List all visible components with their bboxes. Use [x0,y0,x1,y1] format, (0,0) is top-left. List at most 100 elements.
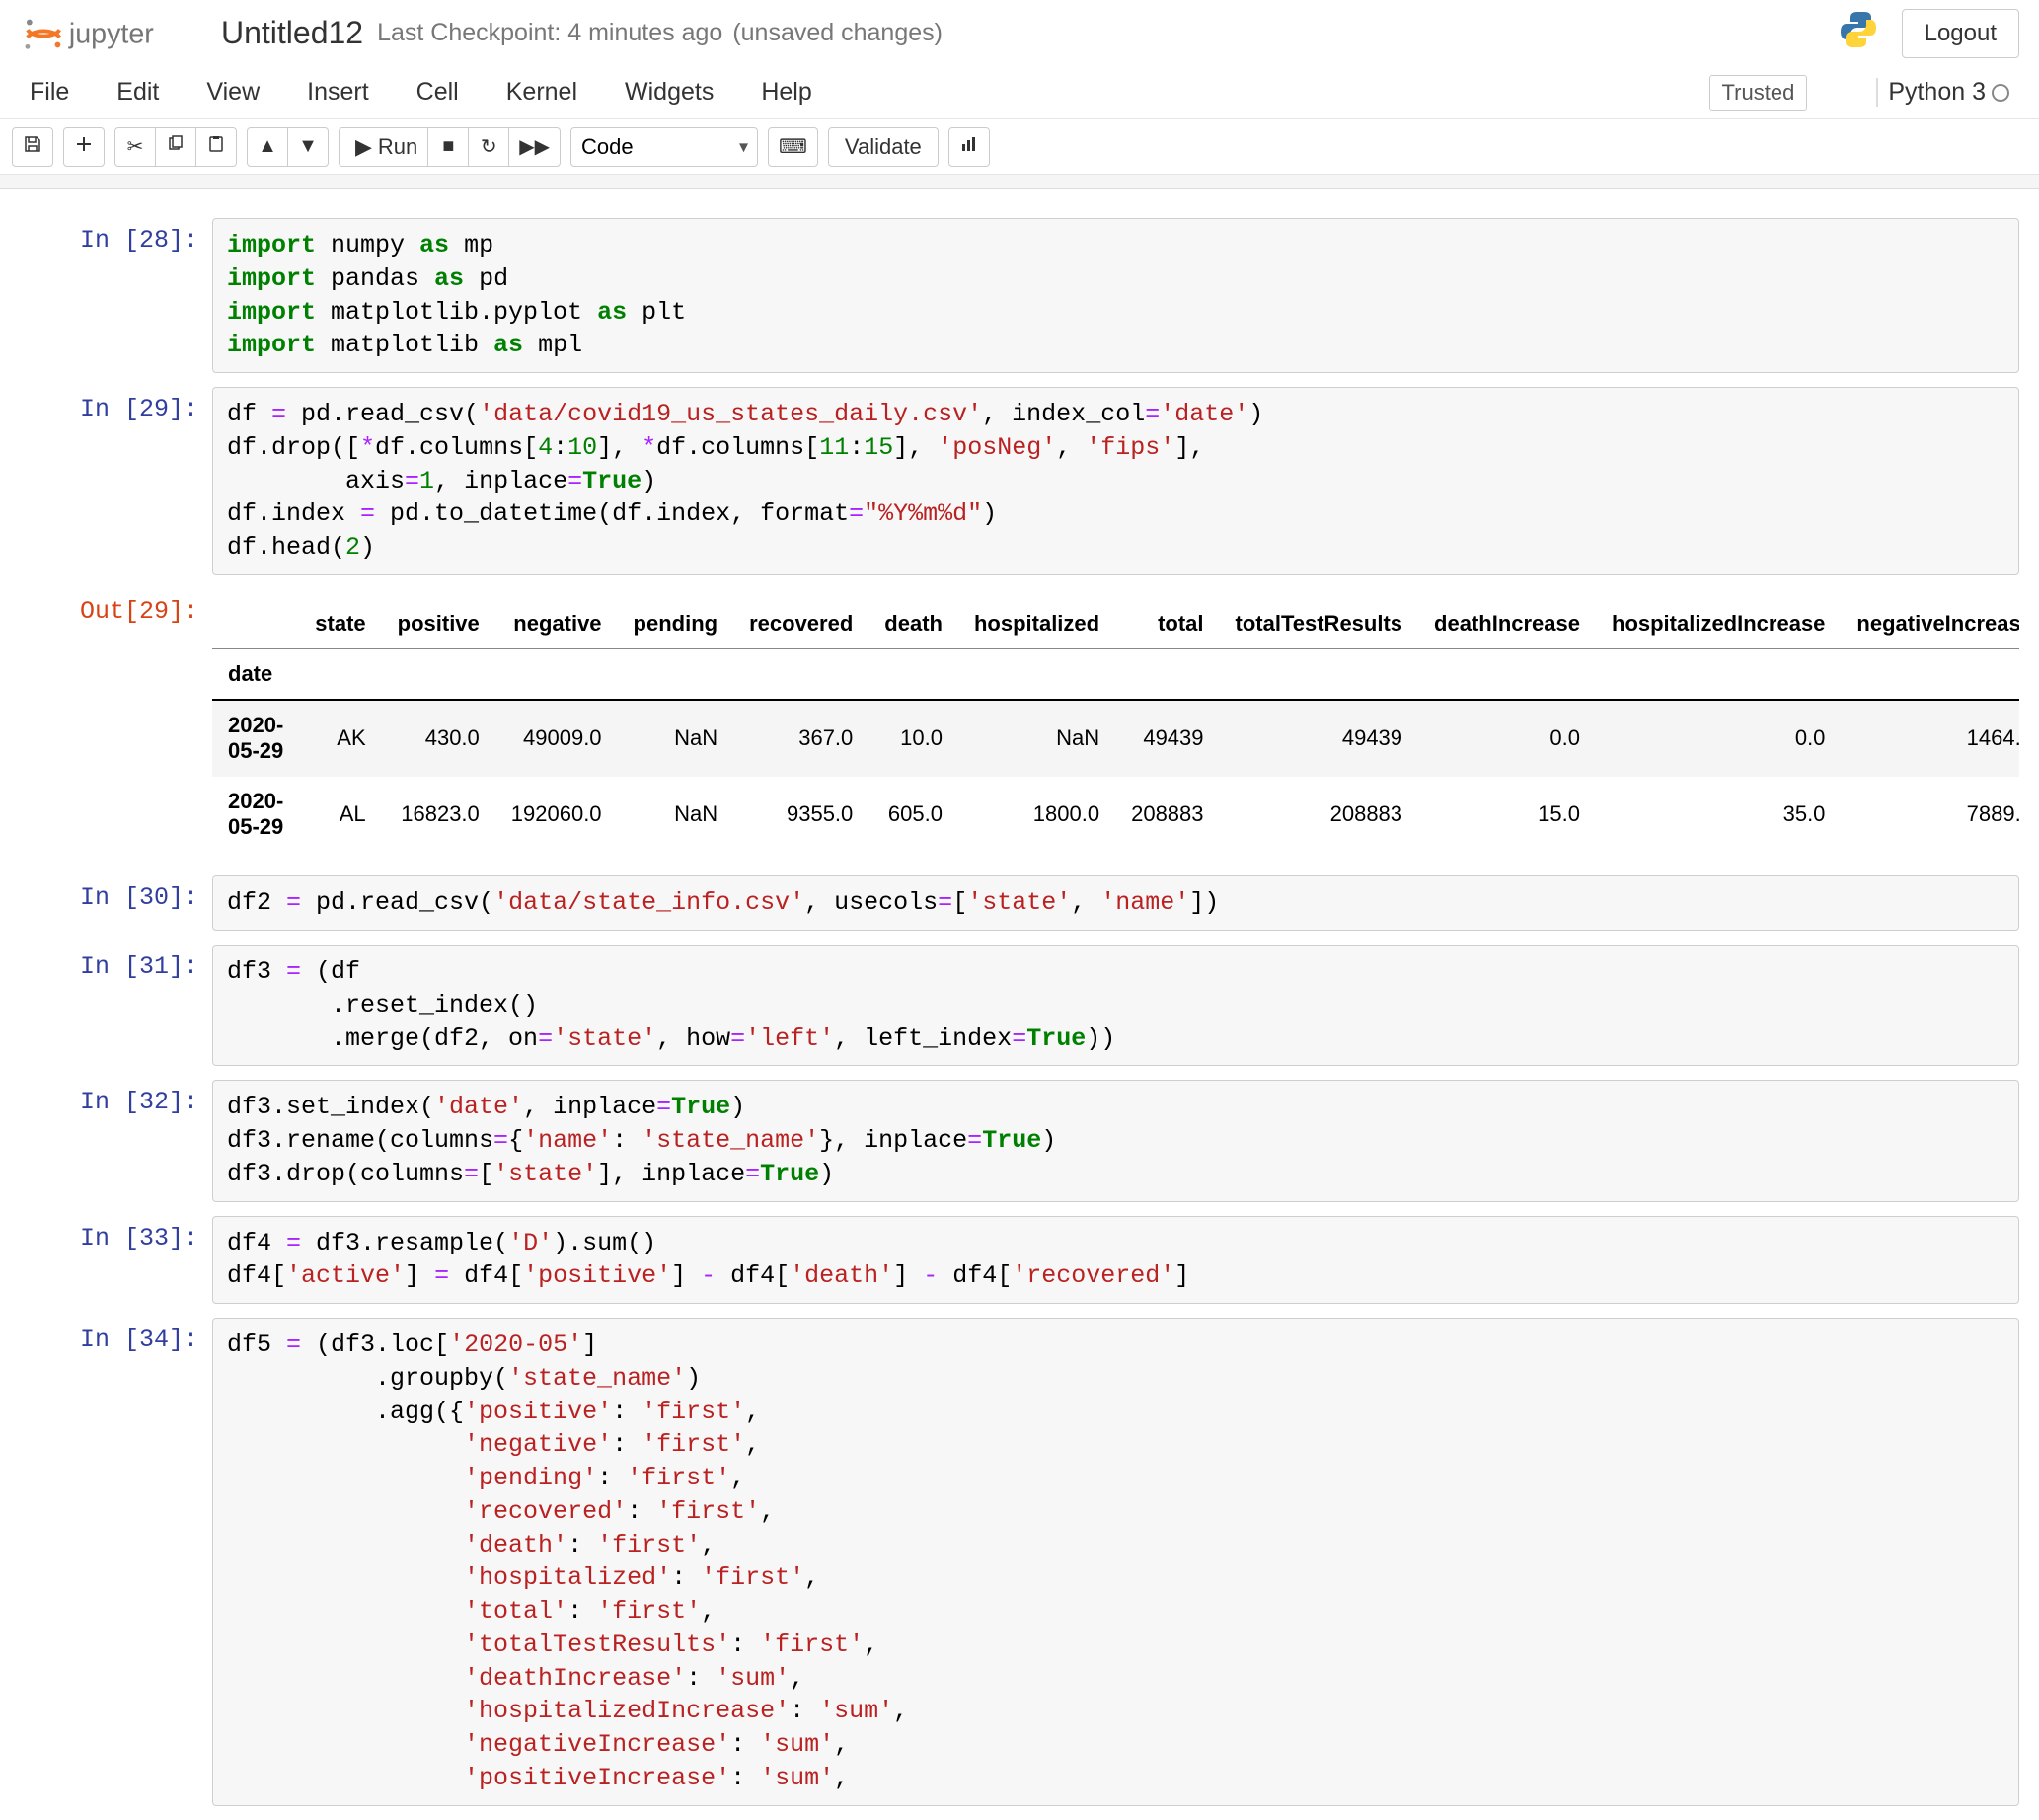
plus-icon [75,135,93,159]
validate-button[interactable]: Validate [828,127,939,167]
df-col: hospitalizedIncrease [1596,599,1841,649]
move-down-button[interactable]: ▼ [287,127,329,167]
notebook-name[interactable]: Untitled12 [221,15,363,51]
bar-chart-icon [960,135,978,159]
logout-button[interactable]: Logout [1902,9,2019,58]
restart-buttontb[interactable]: ↻ [468,127,509,167]
df-col: state [299,599,381,649]
df-index: 2020-05-29 [212,777,299,853]
notebook-header: jupyter Untitled12 Last Checkpoint: 4 mi… [0,0,2039,66]
keyboard-icon: ⌨ [779,134,807,159]
df-col: pending [618,599,734,649]
code-text: df4 = df3.resample('D').sum() df4['activ… [227,1227,2004,1294]
df-col: negativeIncrease [1841,599,2019,649]
df-index: 2020-05-29 [212,700,299,777]
df-col: positive [382,599,495,649]
chart-button[interactable] [948,127,990,167]
interrupt-button[interactable]: ■ [427,127,469,167]
edit-group: ✂ [114,127,237,167]
code-input[interactable]: df4 = df3.resample('D').sum() df4['activ… [212,1216,2019,1305]
code-input[interactable]: df2 = pd.read_csv('data/state_info.csv',… [212,875,2019,931]
code-input[interactable]: df3.set_index('date', inplace=True) df3.… [212,1080,2019,1201]
arrow-down-icon: ▼ [298,135,318,158]
toolbar-shadow [0,175,2039,189]
kernel-name[interactable]: Python 3 [1876,78,1986,107]
run-button[interactable]: ▶Run [339,127,428,167]
df-col: totalTestResults [1220,599,1419,649]
cell-type-select-wrap: Code [570,127,758,167]
code-text: df3.set_index('date', inplace=True) df3.… [227,1091,2004,1190]
code-cell[interactable]: In [31]: df3 = (df .reset_index() .merge… [20,945,2019,1066]
save-button[interactable] [12,127,53,167]
code-input[interactable]: df3 = (df .reset_index() .merge(df2, on=… [212,945,2019,1066]
refresh-icon: ↻ [481,134,497,159]
code-text: df5 = (df3.loc['2020-05'] .groupby('stat… [227,1328,2004,1795]
table-row: 2020-05-29 AL 16823.0 192060.0 NaN 9355.… [212,777,2019,853]
menu-view[interactable]: View [206,78,260,107]
menubar: File Edit View Insert Cell Kernel Widget… [0,66,2039,119]
code-input[interactable]: df = pd.read_csv('data/covid19_us_states… [212,387,2019,575]
output-body: state positive negative pending recovere… [212,589,2019,863]
add-cell-button[interactable] [63,127,105,167]
stop-icon: ■ [442,135,454,158]
jupyter-logo[interactable]: jupyter [10,13,207,54]
unsaved-text: (unsaved changes) [732,19,943,47]
cell-type-select[interactable]: Code [570,127,758,167]
menu-edit[interactable]: Edit [116,78,159,107]
df-index-name-row: date [212,648,2019,700]
save-icon [24,135,41,159]
df-col: hospitalized [958,599,1115,649]
copy-button[interactable] [155,127,196,167]
code-text: df2 = pd.read_csv('data/state_info.csv',… [227,886,2004,920]
code-text: import numpy as mp import pandas as pd i… [227,229,2004,362]
toolbar: ✂ ▲ ▼ ▶Run ■ ↻ ▶▶ Code ⌨ Validate [0,119,2039,175]
df-col: total [1115,599,1219,649]
move-up-button[interactable]: ▲ [247,127,288,167]
code-input[interactable]: import numpy as mp import pandas as pd i… [212,218,2019,373]
paste-button[interactable] [195,127,237,167]
menu-kernel[interactable]: Kernel [506,78,577,107]
code-cell[interactable]: In [32]: df3.set_index('date', inplace=T… [20,1080,2019,1201]
df-header-row: state positive negative pending recovere… [212,599,2019,649]
dataframe-table: state positive negative pending recovere… [212,599,2019,853]
code-cell[interactable]: In [33]: df4 = df3.resample('D').sum() d… [20,1216,2019,1305]
clipboard-icon [207,135,225,159]
menu-widgets[interactable]: Widgets [625,78,714,107]
scissors-icon: ✂ [127,134,144,159]
in-prompt: In [31]: [20,945,212,981]
move-group: ▲ ▼ [247,127,329,167]
play-icon: ▶ [355,134,372,160]
in-prompt: In [30]: [20,875,212,912]
fast-forward-icon: ▶▶ [519,134,550,159]
menu-cell[interactable]: Cell [416,78,459,107]
notebook-container: In [28]: import numpy as mp import panda… [0,189,2039,1806]
code-text: df3 = (df .reset_index() .merge(df2, on=… [227,955,2004,1055]
menu-insert[interactable]: Insert [307,78,369,107]
df-col: negative [495,599,618,649]
code-cell[interactable]: In [28]: import numpy as mp import panda… [20,218,2019,373]
code-input[interactable]: df5 = (df3.loc['2020-05'] .groupby('stat… [212,1318,2019,1806]
code-cell[interactable]: In [34]: df5 = (df3.loc['2020-05'] .grou… [20,1318,2019,1806]
in-prompt: In [32]: [20,1080,212,1116]
trusted-indicator[interactable]: Trusted [1709,75,1808,111]
df-index-name: date [212,648,299,700]
kernel-status-icon[interactable] [1992,84,2009,102]
command-palette-button[interactable]: ⌨ [768,127,818,167]
in-prompt: In [33]: [20,1216,212,1252]
checkpoint-text: Last Checkpoint: 4 minutes ago [377,19,722,47]
in-prompt: In [34]: [20,1318,212,1354]
code-cell[interactable]: In [29]: df = pd.read_csv('data/covid19_… [20,387,2019,575]
menu-help[interactable]: Help [761,78,811,107]
menu-file[interactable]: File [30,78,69,107]
out-prompt: Out[29]: [20,589,212,626]
python-logo-icon [1837,8,1880,58]
code-text: df = pd.read_csv('data/covid19_us_states… [227,398,2004,565]
svg-text:jupyter: jupyter [68,18,154,49]
copy-icon [167,135,185,159]
code-cell[interactable]: In [30]: df2 = pd.read_csv('data/state_i… [20,875,2019,931]
in-prompt: In [28]: [20,218,212,255]
restart-run-all-button[interactable]: ▶▶ [508,127,561,167]
df-col: deathIncrease [1418,599,1596,649]
arrow-up-icon: ▲ [258,135,277,158]
cut-button[interactable]: ✂ [114,127,156,167]
